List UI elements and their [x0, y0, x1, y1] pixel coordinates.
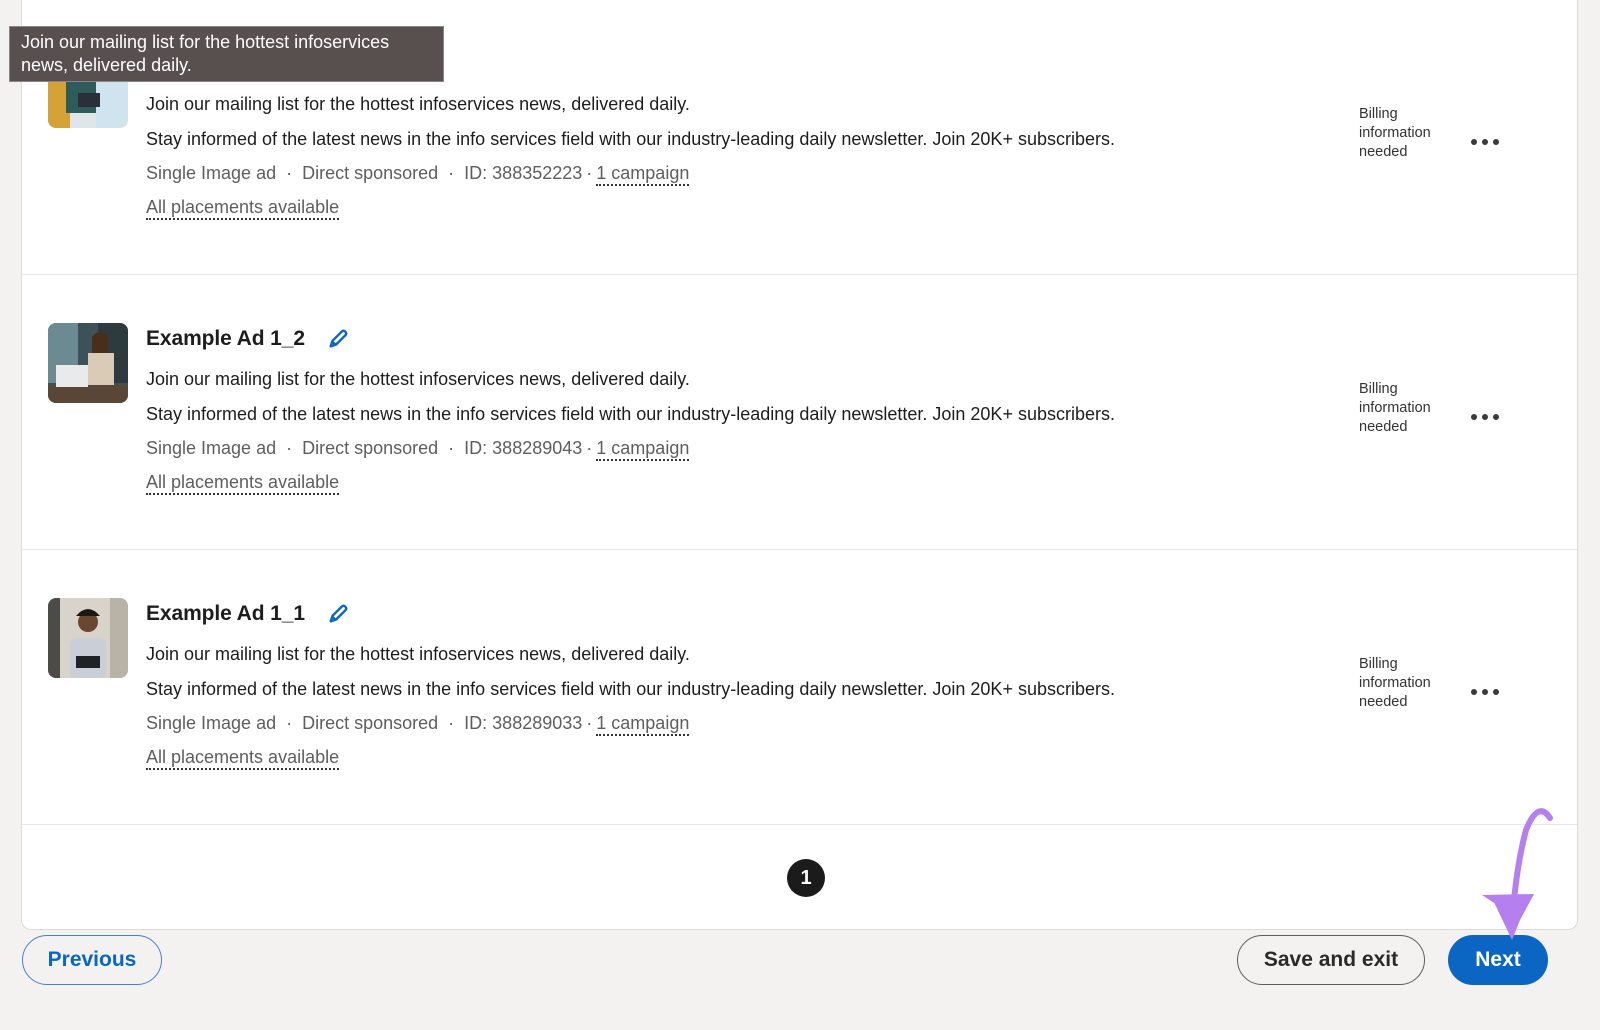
ad-meta: Single Image ad · Direct sponsored · ID: 388… — [146, 163, 690, 186]
headline-tooltip: Join our mailing list for the hottest in… — [9, 26, 444, 82]
placements-link[interactable]: All placements available — [146, 197, 340, 220]
ad-title[interactable]: Example Ad 1_2 — [146, 327, 305, 351]
ad-format: Single Image ad — [146, 163, 277, 183]
ad-sponsorship: Direct sponsored — [302, 438, 439, 458]
more-options-button[interactable] — [1462, 680, 1508, 704]
dot-icon — [1471, 689, 1477, 695]
dot-icon — [1471, 139, 1477, 145]
next-button[interactable]: Next — [1448, 935, 1548, 985]
ad-row: Example Ad 1_1 Join our mailing list for… — [22, 550, 1577, 825]
campaign-link[interactable]: 1 campaign — [596, 713, 690, 736]
ad-sponsorship: Direct sponsored — [302, 713, 439, 733]
ad-meta: Single Image ad · Direct sponsored · ID: 388… — [146, 713, 690, 736]
ad-sponsorship: Direct sponsored — [302, 163, 439, 183]
more-options-button[interactable] — [1462, 130, 1508, 154]
ad-description: Stay informed of the latest news in the … — [146, 129, 1115, 149]
dot-icon — [1493, 414, 1499, 420]
ad-id: ID: 388352223 — [464, 163, 583, 183]
placements-row: All placements available — [146, 197, 340, 220]
ad-headline: Join our mailing list for the hottest in… — [146, 644, 690, 664]
ad-format: Single Image ad — [146, 438, 277, 458]
pagination-page-button[interactable]: 1 — [787, 859, 825, 897]
dot-icon — [1482, 689, 1488, 695]
ad-thumbnail-woman-laptop — [48, 323, 128, 403]
ad-description: Stay informed of the latest news in the … — [146, 404, 1115, 424]
ad-description: Stay informed of the latest news in the … — [146, 679, 1115, 699]
previous-button[interactable]: Previous — [22, 935, 162, 985]
pencil-edit-icon[interactable] — [327, 328, 349, 350]
more-options-button[interactable] — [1462, 405, 1508, 429]
man-with-tablet-photo — [48, 598, 128, 678]
ad-title[interactable]: Example Ad 1_1 — [146, 602, 305, 626]
save-and-exit-button[interactable]: Save and exit — [1237, 935, 1425, 985]
status-badge: Billing information needed — [1359, 656, 1431, 710]
dot-icon — [1471, 414, 1477, 420]
dot-icon — [1493, 689, 1499, 695]
ad-meta: Single Image ad · Direct sponsored · ID: 388… — [146, 438, 690, 461]
dot-icon — [1482, 139, 1488, 145]
placements-row: All placements available — [146, 747, 340, 770]
ad-format: Single Image ad — [146, 713, 277, 733]
campaign-link[interactable]: 1 campaign — [596, 438, 690, 461]
ad-headline: Join our mailing list for the hottest in… — [146, 369, 690, 389]
status-badge: Billing information needed — [1359, 381, 1431, 435]
placements-link[interactable]: All placements available — [146, 747, 340, 770]
status-badge: Billing information needed — [1359, 106, 1431, 160]
dot-icon — [1482, 414, 1488, 420]
pencil-edit-icon[interactable] — [327, 603, 349, 625]
ad-row: Example Ad 1_2 Join our mailing list for… — [22, 275, 1577, 550]
ad-headline: Join our mailing list for the hottest in… — [146, 94, 690, 114]
ad-id: ID: 388289043 — [464, 438, 583, 458]
campaign-link[interactable]: 1 campaign — [596, 163, 690, 186]
placements-link[interactable]: All placements available — [146, 472, 340, 495]
ad-id: ID: 388289033 — [464, 713, 583, 733]
dot-icon — [1493, 139, 1499, 145]
placements-row: All placements available — [146, 472, 340, 495]
woman-at-laptop-photo — [48, 323, 128, 403]
ads-list-card: Example Ad 1_3 Join our mailing list for… — [21, 0, 1578, 930]
ad-thumbnail-man-tablet — [48, 598, 128, 678]
